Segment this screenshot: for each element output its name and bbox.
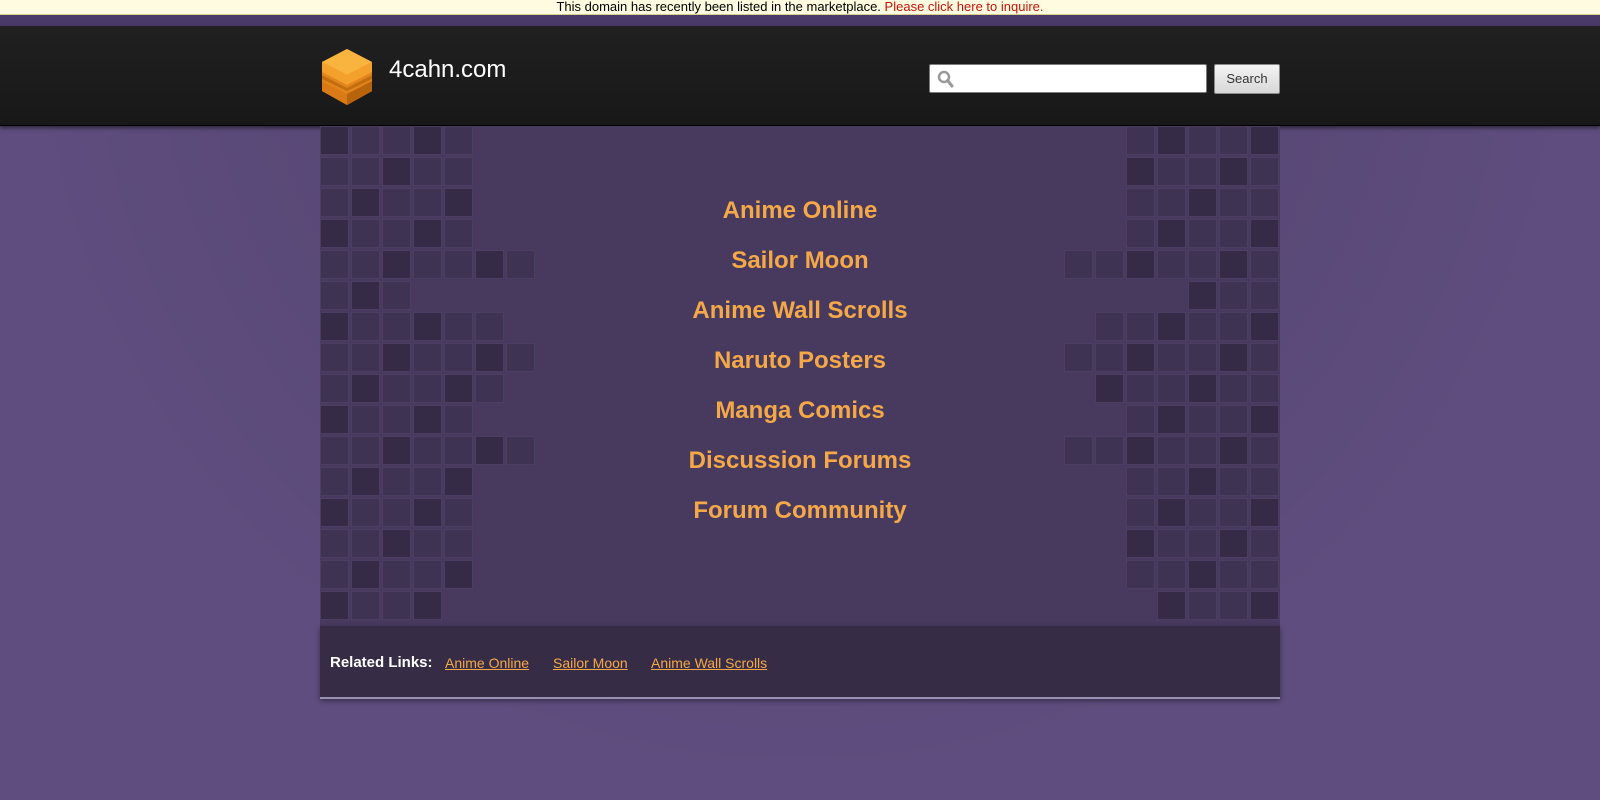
top-strip [0,15,1600,26]
main-link-discussion-forums[interactable]: Discussion Forums [320,436,1280,486]
main-link-naruto-posters[interactable]: Naruto Posters [320,336,1280,386]
pattern-tile [413,560,442,589]
pattern-tile [351,126,380,155]
pattern-tile [1219,591,1248,620]
pattern-tile [1188,126,1217,155]
cube-stack-icon[interactable] [320,47,374,107]
related-links-footer: Related Links: Anime Online Sailor Moon … [320,626,1280,699]
pattern-tile [1126,560,1155,589]
main-content-panel: Anime Online Sailor Moon Anime Wall Scro… [320,126,1280,626]
pattern-tile [1157,591,1186,620]
pattern-tile [1188,560,1217,589]
pattern-tile [1219,126,1248,155]
marketplace-notice-bar: This domain has recently been listed in … [0,0,1600,15]
search-field[interactable] [929,64,1207,93]
pattern-tile [413,126,442,155]
related-link-anime-online[interactable]: Anime Online [445,655,529,671]
pattern-tile [1219,157,1248,186]
pattern-tile [382,157,411,186]
search-icon [937,70,954,88]
related-link-anime-wall-scrolls[interactable]: Anime Wall Scrolls [651,655,767,671]
main-links-list: Anime Online Sailor Moon Anime Wall Scro… [320,186,1280,536]
pattern-tile [320,126,349,155]
pattern-tile [351,591,380,620]
pattern-tile [444,560,473,589]
main-link-sailor-moon[interactable]: Sailor Moon [320,236,1280,286]
pattern-tile [1219,560,1248,589]
notice-inquire-link[interactable]: Please click here to inquire. [885,0,1044,14]
pattern-tile [382,126,411,155]
pattern-tile [1250,157,1279,186]
pattern-tile [1250,560,1279,589]
main-link-anime-wall-scrolls[interactable]: Anime Wall Scrolls [320,286,1280,336]
site-title[interactable]: 4cahn.com [389,56,506,84]
pattern-tile [382,591,411,620]
pattern-tile [1188,591,1217,620]
pattern-tile [1157,560,1186,589]
pattern-tile [382,560,411,589]
main-link-anime-online[interactable]: Anime Online [320,186,1280,236]
pattern-tile [1250,591,1279,620]
pattern-tile [1126,157,1155,186]
pattern-tile [320,157,349,186]
search-input[interactable] [958,67,1206,92]
pattern-tile [351,157,380,186]
pattern-tile [320,560,349,589]
pattern-tile [413,591,442,620]
main-link-forum-community[interactable]: Forum Community [320,486,1280,536]
pattern-tile [413,157,442,186]
main-link-manga-comics[interactable]: Manga Comics [320,386,1280,436]
related-links-label: Related Links: [330,654,433,671]
notice-text: This domain has recently been listed in … [556,0,881,14]
pattern-tile [351,560,380,589]
pattern-tile [1250,126,1279,155]
pattern-tile [1188,157,1217,186]
pattern-tile [1157,126,1186,155]
pattern-tile [444,157,473,186]
pattern-tile [444,126,473,155]
search-button[interactable]: Search [1214,64,1280,94]
related-link-sailor-moon[interactable]: Sailor Moon [553,655,628,671]
pattern-tile [1157,157,1186,186]
pattern-tile [320,591,349,620]
pattern-tile [1126,126,1155,155]
site-header: 4cahn.com Search [0,26,1600,126]
